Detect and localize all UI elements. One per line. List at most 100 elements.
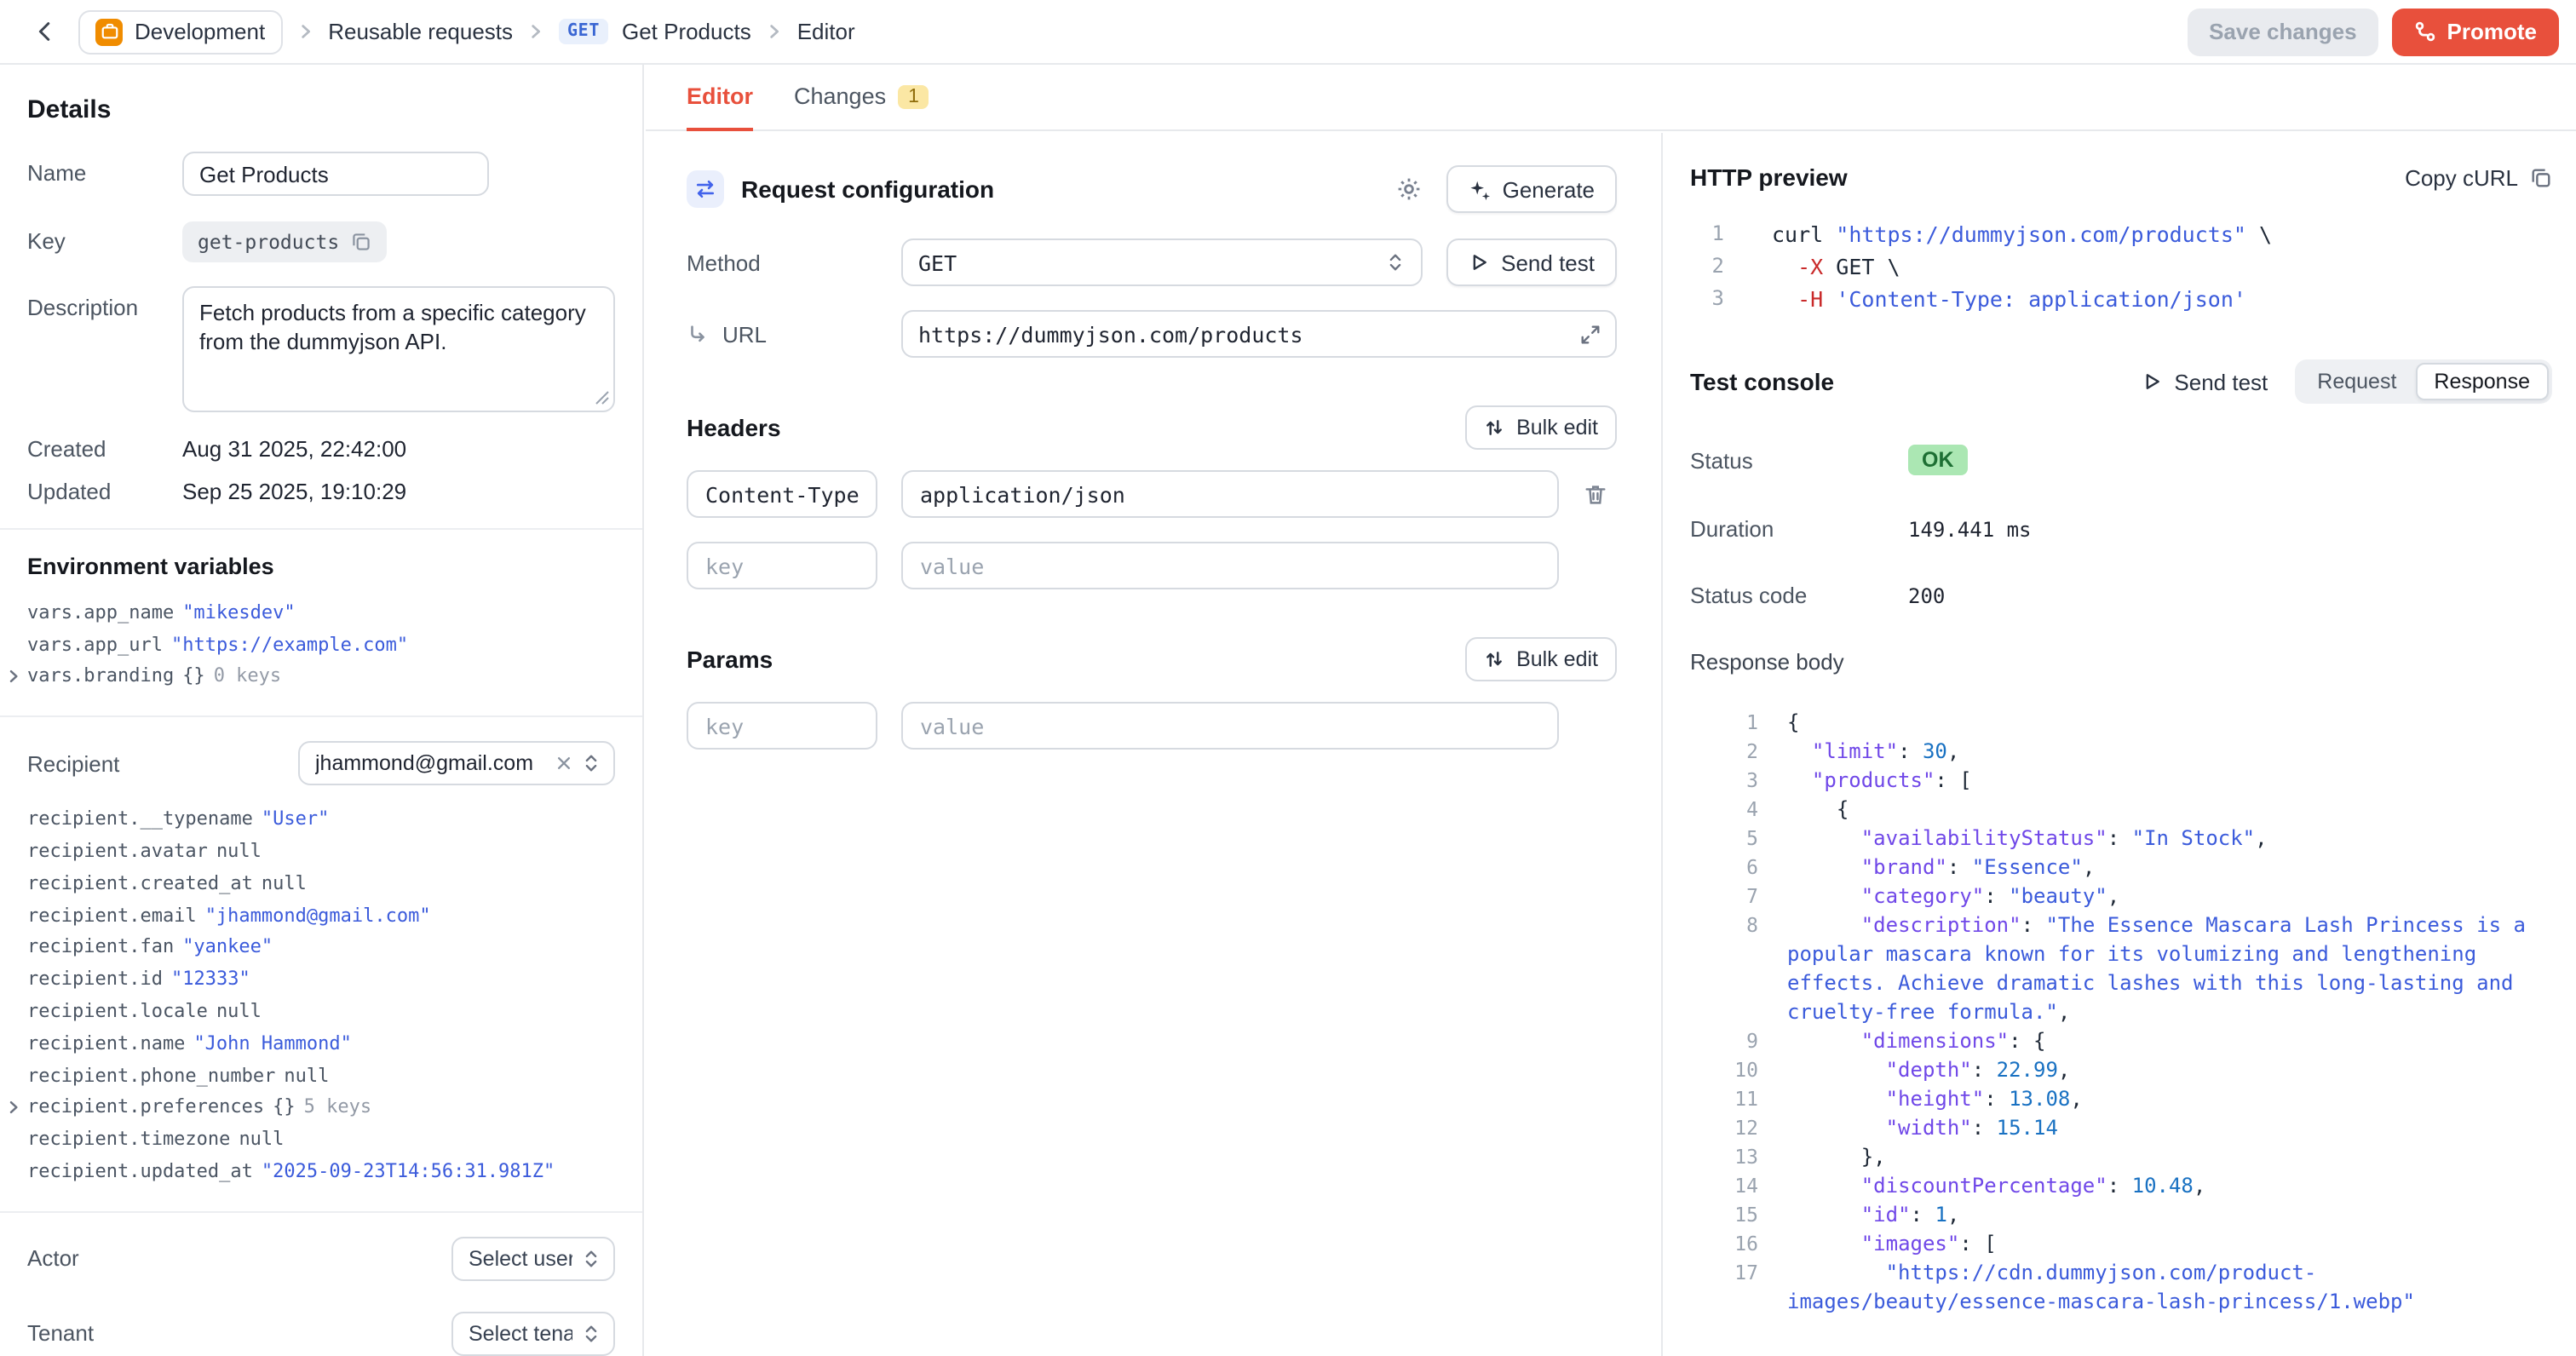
line-number: 15 bbox=[1714, 1201, 1758, 1230]
created-row: Created Aug 31 2025, 22:42:00 bbox=[27, 436, 615, 462]
code-line: 12 "width": 15.14 bbox=[1714, 1114, 2552, 1143]
response-body-label: Response body bbox=[1690, 649, 2552, 675]
param-value-input[interactable] bbox=[901, 702, 1559, 750]
status-code-label: Status code bbox=[1690, 583, 1908, 608]
field-key: recipient.id bbox=[27, 968, 163, 991]
request-editor: Request configuration Generate Method GE… bbox=[646, 133, 1661, 1356]
tenant-select-label: Select tenant bbox=[469, 1322, 572, 1346]
created-value: Aug 31 2025, 22:42:00 bbox=[182, 436, 615, 462]
code-text: "height": 13.08, bbox=[1787, 1085, 2552, 1114]
url-label: URL bbox=[722, 321, 767, 347]
resize-grip-icon[interactable] bbox=[595, 390, 610, 405]
save-changes-button[interactable]: Save changes bbox=[2187, 8, 2378, 55]
response-tab[interactable]: Response bbox=[2415, 363, 2549, 400]
code-line: 4 { bbox=[1714, 796, 2552, 825]
created-label: Created bbox=[27, 436, 182, 462]
breadcrumb-section[interactable]: Reusable requests bbox=[328, 19, 513, 44]
line-number: 1 bbox=[1714, 709, 1758, 738]
promote-button[interactable]: Promote bbox=[2393, 8, 2559, 55]
details-title: Details bbox=[27, 95, 615, 124]
tenant-select[interactable]: Select tenant bbox=[451, 1312, 615, 1356]
promote-branch-icon bbox=[2415, 20, 2437, 43]
code-text: { bbox=[1787, 709, 2552, 738]
line-number: 13 bbox=[1714, 1143, 1758, 1172]
status-row: Status OK bbox=[1690, 445, 2552, 475]
request-tab[interactable]: Request bbox=[2298, 363, 2415, 400]
code-text: -X GET \ bbox=[1772, 250, 2552, 283]
clear-recipient-button[interactable] bbox=[555, 756, 572, 773]
field-value: "2025-09-23T14:56:31.981Z" bbox=[262, 1160, 555, 1182]
line-number: 8 bbox=[1714, 911, 1758, 940]
request-configuration-title: Request configuration bbox=[741, 175, 994, 203]
breadcrumb-request-name[interactable]: Get Products bbox=[622, 19, 751, 44]
field-key: recipient.locale bbox=[27, 1000, 208, 1022]
description-textarea[interactable]: Fetch products from a specific category … bbox=[182, 286, 615, 412]
line-number: 16 bbox=[1714, 1230, 1758, 1259]
url-value: https://dummyjson.com/products bbox=[918, 321, 1579, 347]
workspace-icon bbox=[95, 18, 123, 45]
tab-editor[interactable]: Editor bbox=[687, 65, 753, 131]
settings-button[interactable] bbox=[1395, 175, 1423, 203]
console-send-test-button[interactable]: Send test bbox=[2142, 369, 2268, 394]
actor-row: Actor Select user bbox=[27, 1237, 615, 1281]
field-key: recipient.name bbox=[27, 1032, 185, 1054]
url-row: URL https://dummyjson.com/products bbox=[687, 310, 1617, 358]
tab-changes[interactable]: Changes 1 bbox=[794, 65, 929, 131]
code-text: "brand": "Essence", bbox=[1787, 853, 2552, 882]
copy-curl-button[interactable]: Copy cURL bbox=[2405, 164, 2552, 190]
url-input[interactable]: https://dummyjson.com/products bbox=[901, 310, 1617, 358]
delete-header-button[interactable] bbox=[1583, 481, 1617, 507]
chevron-up-down-icon bbox=[581, 1324, 601, 1344]
code-text: "id": 1, bbox=[1787, 1201, 2552, 1230]
updated-label: Updated bbox=[27, 479, 182, 504]
description-label: Description bbox=[27, 286, 182, 320]
preview-panel: HTTP preview Copy cURL 1 curl "https://d… bbox=[1661, 133, 2576, 1356]
header-key-input[interactable] bbox=[687, 470, 877, 518]
header-key-input[interactable] bbox=[687, 542, 877, 589]
params-title: Params bbox=[687, 646, 773, 673]
back-button[interactable] bbox=[24, 11, 65, 52]
generate-button[interactable]: Generate bbox=[1446, 165, 1617, 213]
console-send-test-label: Send test bbox=[2174, 369, 2268, 394]
actor-select[interactable]: Select user bbox=[451, 1237, 615, 1281]
play-icon bbox=[1469, 252, 1489, 273]
code-line: 17 "https://cdn.dummyjson.com/product-im… bbox=[1714, 1259, 2552, 1317]
code-line: 7 "category": "beauty", bbox=[1714, 882, 2552, 911]
param-key-input[interactable] bbox=[687, 702, 877, 750]
url-label-group: URL bbox=[687, 321, 877, 347]
method-select[interactable]: GET bbox=[901, 238, 1423, 286]
headers-bulk-edit-button[interactable]: Bulk edit bbox=[1465, 405, 1617, 450]
workspace-switcher[interactable]: Development bbox=[78, 9, 282, 54]
code-line: 3 "products": [ bbox=[1714, 767, 2552, 796]
header-value-input[interactable] bbox=[901, 542, 1559, 589]
copy-key-button[interactable] bbox=[351, 232, 371, 252]
field-key: recipient.__typename bbox=[27, 808, 253, 830]
line-number: 5 bbox=[1714, 825, 1758, 853]
field-value: {} bbox=[273, 1096, 296, 1118]
field-value: "John Hammond" bbox=[193, 1032, 351, 1054]
recipient-field-row: recipient.preferences {} 5 keys bbox=[5, 1091, 615, 1123]
field-meta: 5 keys bbox=[304, 1096, 372, 1118]
recipient-select[interactable]: jhammond@gmail.com bbox=[298, 742, 615, 786]
line-number: 12 bbox=[1714, 1114, 1758, 1143]
name-input[interactable] bbox=[182, 152, 489, 196]
params-bulk-edit-button[interactable]: Bulk edit bbox=[1465, 637, 1617, 681]
tenant-row: Tenant Select tenant bbox=[27, 1312, 615, 1356]
recipient-field-row: recipient.locale null bbox=[5, 995, 615, 1027]
expand-chevron-icon[interactable] bbox=[5, 1099, 27, 1116]
sparkles-icon bbox=[1469, 178, 1491, 200]
line-number: 9 bbox=[1714, 1027, 1758, 1056]
code-text: "description": "The Essence Mascara Lash… bbox=[1787, 911, 2552, 1027]
line-number: 4 bbox=[1714, 796, 1758, 825]
expand-url-button[interactable] bbox=[1579, 323, 1601, 345]
line-number: 2 bbox=[1714, 738, 1758, 767]
header-value-input[interactable] bbox=[901, 470, 1559, 518]
line-number: 11 bbox=[1714, 1085, 1758, 1114]
divider bbox=[0, 716, 642, 718]
header-row-empty bbox=[687, 542, 1617, 589]
corner-arrow-icon bbox=[687, 323, 709, 345]
response-body-code: 1 { 2 "limit": 30, 3 "products": [ 4 { bbox=[1690, 709, 2552, 1317]
breadcrumb-separator-icon bbox=[765, 22, 784, 41]
send-test-button[interactable]: Send test bbox=[1446, 238, 1617, 286]
expand-chevron-icon[interactable] bbox=[5, 668, 27, 685]
